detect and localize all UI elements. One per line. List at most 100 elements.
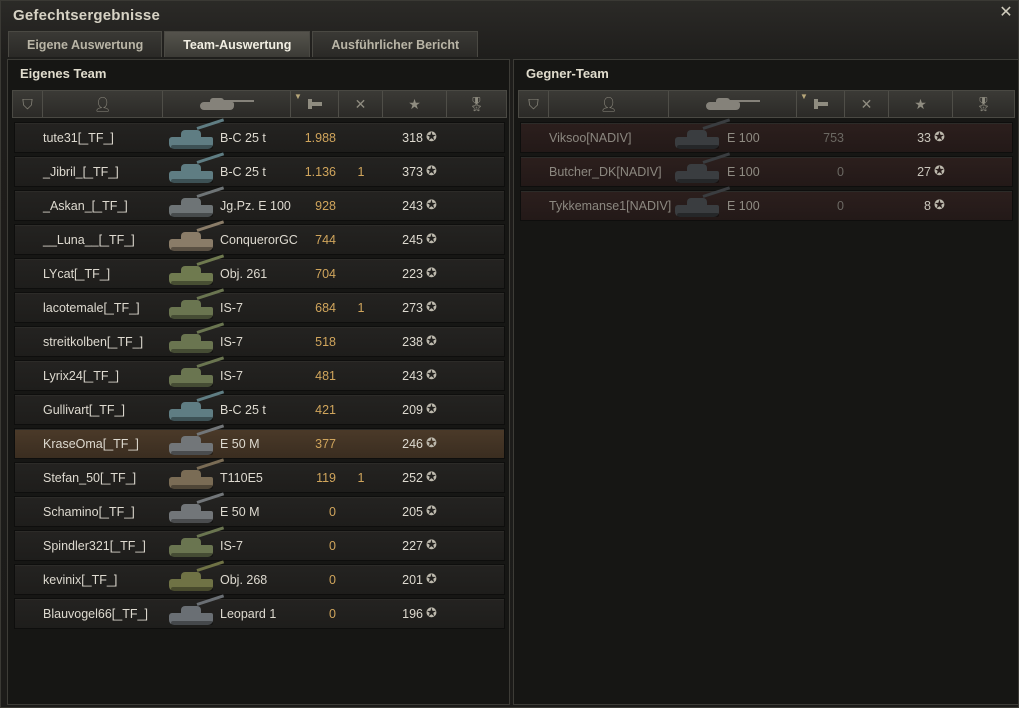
kills-column-header[interactable]: ✕	[845, 91, 889, 117]
tank-icon	[167, 492, 227, 525]
damage-icon	[813, 99, 828, 109]
table-row[interactable]: Schamino[_TF_] E 50 M 0 205 ✪	[14, 492, 505, 527]
xp-star-icon: ✪	[934, 163, 945, 178]
table-row[interactable]: kevinix[_TF_] Obj. 268 0 201 ✪	[14, 560, 505, 595]
tank-icon	[167, 220, 227, 253]
xp-star-icon: ✪	[426, 571, 437, 586]
tank-name: E 100	[727, 199, 760, 213]
kills-icon: ✕	[354, 96, 367, 112]
window-title: Gefechtsergebnisse	[13, 7, 160, 24]
tank-icon	[167, 356, 227, 389]
title-bar: Gefechtsergebnisse ✕	[1, 1, 1019, 31]
damage-column-header[interactable]: ▼	[797, 91, 845, 117]
xp-value: 373	[402, 165, 423, 179]
own-team-panel: Eigenes Team ⛉ 👤︎ ▼ ✕ ★ 🎖︎ tute31[_TF_] B…	[7, 59, 510, 705]
kills-value: 1	[357, 301, 365, 315]
damage-column-header[interactable]: ▼	[291, 91, 339, 117]
player-name: __Luna__[_TF_]	[43, 233, 135, 247]
tab-ausfuehrlicher-bericht[interactable]: Ausführlicher Bericht	[312, 31, 479, 57]
close-icon[interactable]: ✕	[998, 5, 1014, 21]
player-column-header[interactable]: 👤︎	[549, 91, 669, 117]
table-row[interactable]: Spindler321[_TF_] IS-7 0 227 ✪	[14, 526, 505, 561]
medal-column-header[interactable]: 🎖︎	[447, 91, 506, 117]
player-name: Spindler321[_TF_]	[43, 539, 146, 553]
kills-column-header[interactable]: ✕	[339, 91, 383, 117]
tank-icon	[167, 560, 227, 593]
tank-name: Obj. 268	[220, 573, 268, 587]
player-name: LYcat[_TF_]	[43, 267, 111, 281]
player-name: Viksoo[NADIV]	[549, 131, 632, 145]
table-row[interactable]: LYcat[_TF_] Obj. 261 704 223 ✪	[14, 254, 505, 289]
xp-value: 227	[402, 539, 423, 553]
xp-value: 201	[402, 573, 423, 587]
xp-star-icon: ✪	[426, 163, 437, 178]
tank-icon	[199, 98, 254, 110]
tank-name: B-C 25 t	[220, 131, 266, 145]
table-row[interactable]: Lyrix24[_TF_] IS-7 481 243 ✪	[14, 356, 505, 391]
tab-eigene-auswertung[interactable]: Eigene Auswertung	[8, 31, 163, 57]
player-name: Stefan_50[_TF_]	[43, 471, 137, 485]
table-row[interactable]: __Luna__[_TF_] ConquerorGC 744 245 ✪	[14, 220, 505, 255]
table-row[interactable]: _Jibril_[_TF_] B-C 25 t 1.136 1 373 ✪	[14, 152, 505, 187]
damage-value: 753	[823, 131, 844, 145]
battle-results-window: Gefechtsergebnisse ✕ Eigene Auswertung T…	[0, 0, 1019, 708]
xp-column-header[interactable]: ★	[383, 91, 447, 117]
xp-star-icon: ✪	[426, 605, 437, 620]
table-row[interactable]: streitkolben[_TF_] IS-7 518 238 ✪	[14, 322, 505, 357]
table-row[interactable]: lacotemale[_TF_] IS-7 684 1 273 ✪	[14, 288, 505, 323]
tank-name: E 100	[727, 165, 760, 179]
player-name: streitkolben[_TF_]	[43, 335, 144, 349]
table-row[interactable]: Stefan_50[_TF_] T110E5 119 1 252 ✪	[14, 458, 505, 493]
medal-icon: 🎖︎	[467, 96, 486, 112]
sort-descending-icon: ▼	[800, 92, 808, 101]
xp-value: 8	[924, 199, 931, 213]
kills-value: 1	[357, 165, 365, 179]
player-column-header[interactable]: 👤︎	[43, 91, 163, 117]
medal-column-header[interactable]: 🎖︎	[953, 91, 1014, 117]
xp-value: 245	[402, 233, 423, 247]
medal-icon: 🎖︎	[974, 96, 993, 112]
player-name: KraseOma[_TF_]	[43, 437, 139, 451]
tab-team-auswertung[interactable]: Team-Auswertung	[164, 31, 311, 57]
sort-descending-icon: ▼	[294, 92, 302, 101]
table-row[interactable]: KraseOma[_TF_] E 50 M 377 246 ✪	[14, 424, 505, 459]
player-name: Butcher_DK[NADIV]	[549, 165, 662, 179]
squad-column-header[interactable]: ⛉	[13, 91, 43, 117]
tank-column-header[interactable]	[163, 91, 291, 117]
damage-value: 0	[329, 505, 336, 519]
xp-value: 252	[402, 471, 423, 485]
tank-icon	[167, 526, 227, 559]
xp-value: 205	[402, 505, 423, 519]
table-row[interactable]: Gullivart[_TF_] B-C 25 t 421 209 ✪	[14, 390, 505, 425]
xp-value: 33	[917, 131, 931, 145]
table-row[interactable]: Tykkemanse1[NADIV] E 100 0 8 ✪	[520, 186, 1013, 221]
tank-icon	[167, 390, 227, 423]
tank-column-header[interactable]	[669, 91, 797, 117]
xp-star-icon: ✪	[426, 503, 437, 518]
xp-value: 318	[402, 131, 423, 145]
tank-icon	[167, 152, 227, 185]
xp-value: 243	[402, 199, 423, 213]
tank-icon	[167, 186, 227, 219]
damage-value: 744	[315, 233, 336, 247]
tank-icon	[673, 118, 733, 151]
tank-icon	[167, 594, 227, 627]
xp-star-icon: ✪	[426, 231, 437, 246]
tank-name: B-C 25 t	[220, 403, 266, 417]
squad-column-header[interactable]: ⛉	[519, 91, 549, 117]
table-row[interactable]: Butcher_DK[NADIV] E 100 0 27 ✪	[520, 152, 1013, 187]
xp-star-icon: ✪	[426, 129, 437, 144]
xp-star-icon: ✪	[426, 265, 437, 280]
damage-value: 377	[315, 437, 336, 451]
table-row[interactable]: Viksoo[NADIV] E 100 753 33 ✪	[520, 118, 1013, 153]
xp-star-icon: ✪	[426, 367, 437, 382]
xp-column-header[interactable]: ★	[889, 91, 953, 117]
damage-value: 481	[315, 369, 336, 383]
table-row[interactable]: _Askan_[_TF_] Jg.Pz. E 100 928 243 ✪	[14, 186, 505, 221]
table-row[interactable]: tute31[_TF_] B-C 25 t 1.988 318 ✪	[14, 118, 505, 153]
squad-icon: ⛉	[22, 96, 33, 112]
tank-icon	[705, 98, 760, 110]
damage-value: 0	[837, 165, 844, 179]
table-row[interactable]: Blauvogel66[_TF_] Leopard 1 0 196 ✪	[14, 594, 505, 629]
tank-name: B-C 25 t	[220, 165, 266, 179]
